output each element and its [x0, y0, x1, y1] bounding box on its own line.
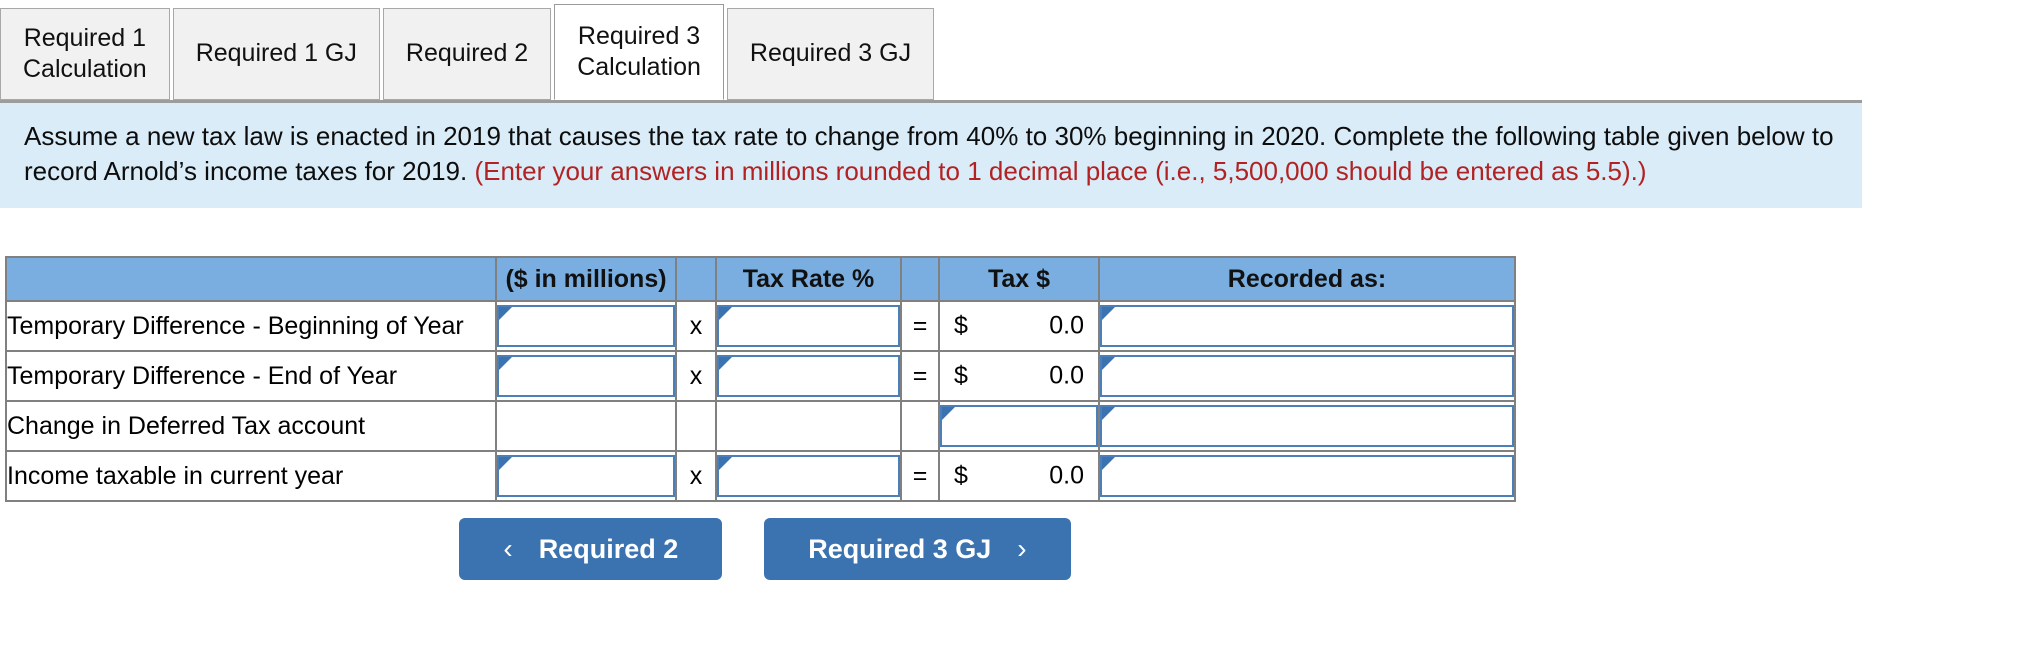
recorded-as-2-cell[interactable]	[1098, 400, 1516, 452]
tax-value: 0.0	[1049, 311, 1084, 340]
amount-1-input[interactable]	[499, 357, 673, 395]
tax-rate-3-field[interactable]	[717, 455, 900, 497]
multiply-operator	[675, 400, 717, 452]
tax-amount-display: $0.0	[938, 450, 1100, 502]
header-recorded: Recorded as:	[1098, 256, 1516, 302]
tab-label: Required 1 Calculation	[23, 23, 147, 83]
tax-calculation-table: ($ in millions) Tax Rate % Tax $ Recorde…	[5, 256, 1516, 502]
tax-rate-3-cell[interactable]	[715, 450, 902, 502]
recorded-as-2-input[interactable]	[1102, 407, 1512, 445]
instructions-panel: Assume a new tax law is enacted in 2019 …	[0, 100, 1862, 209]
table-row: Temporary Difference - Beginning of Year…	[5, 300, 1516, 352]
equals-operator: =	[900, 450, 940, 502]
chevron-left-icon: ‹	[503, 533, 513, 564]
multiply-operator: x	[675, 300, 717, 352]
tab-3[interactable]: Required 2	[382, 8, 552, 100]
tax-amount-2-cell[interactable]	[938, 400, 1100, 452]
dollar-sign: $	[954, 361, 968, 390]
prev-button-label: Required 2	[538, 533, 679, 564]
row-label: Temporary Difference - End of Year	[5, 350, 497, 402]
header-multiply	[675, 256, 717, 302]
header-amount: ($ in millions)	[495, 256, 677, 302]
amount-3-field[interactable]	[497, 455, 675, 497]
row-label: Change in Deferred Tax account	[5, 400, 497, 452]
tab-strip: Required 1 Calculation Required 1 GJ Requi…	[0, 0, 937, 100]
chevron-right-icon: ›	[1017, 533, 1027, 564]
recorded-as-1-field[interactable]	[1100, 355, 1514, 397]
tab-label: Required 1 GJ	[195, 39, 357, 68]
tax-rate-0-input[interactable]	[719, 307, 898, 345]
dollar-sign: $	[954, 311, 968, 340]
amount-2-cell	[495, 400, 677, 452]
tax-rate-1-input[interactable]	[719, 357, 898, 395]
tax-value: 0.0	[1049, 361, 1084, 390]
next-button-label: Required 3 GJ	[808, 533, 992, 564]
tab-label: Required 3 GJ	[749, 39, 912, 68]
tab-4[interactable]: Required 3 Calculation	[554, 4, 724, 100]
tab-label: Required 2	[405, 39, 529, 68]
recorded-as-0-input[interactable]	[1102, 307, 1512, 345]
recorded-as-1-input[interactable]	[1102, 357, 1512, 395]
multiply-operator: x	[675, 350, 717, 402]
recorded-as-0-cell[interactable]	[1098, 300, 1516, 352]
navigation-bar: ‹ Required 2 Required 3 GJ ›	[0, 518, 1530, 580]
amount-0-field[interactable]	[497, 305, 675, 347]
equals-operator: =	[900, 300, 940, 352]
amount-0-input[interactable]	[499, 307, 673, 345]
recorded-as-2-field[interactable]	[1100, 405, 1514, 447]
tax-amount-display: $0.0	[938, 300, 1100, 352]
tab-5[interactable]: Required 3 GJ	[726, 8, 935, 100]
recorded-as-1-cell[interactable]	[1098, 350, 1516, 402]
amount-1-field[interactable]	[497, 355, 675, 397]
tab-2[interactable]: Required 1 GJ	[172, 8, 380, 100]
recorded-as-3-input[interactable]	[1102, 457, 1512, 495]
header-tax-rate: Tax Rate %	[715, 256, 902, 302]
tax-amount-2-input[interactable]	[942, 407, 1096, 445]
equals-operator: =	[900, 350, 940, 402]
amount-1-cell[interactable]	[495, 350, 677, 402]
tab-1[interactable]: Required 1 Calculation	[0, 8, 170, 100]
table-row: Income taxable in current year x = $0.0	[5, 450, 1516, 502]
prev-required-2-button[interactable]: ‹ Required 2	[459, 518, 723, 580]
recorded-as-0-field[interactable]	[1100, 305, 1514, 347]
tax-rate-1-cell[interactable]	[715, 350, 902, 402]
recorded-as-3-field[interactable]	[1100, 455, 1514, 497]
header-label	[5, 256, 497, 302]
amount-3-input[interactable]	[499, 457, 673, 495]
amount-3-cell[interactable]	[495, 450, 677, 502]
table-row: Change in Deferred Tax account	[5, 400, 1516, 452]
header-equals	[900, 256, 940, 302]
tax-rate-2-cell	[715, 400, 902, 452]
tax-amount-display: $0.0	[938, 350, 1100, 402]
tax-rate-0-field[interactable]	[717, 305, 900, 347]
header-tax: Tax $	[938, 256, 1100, 302]
instruction-text-red: (Enter your answers in millions rounded …	[474, 155, 1647, 186]
next-required-3-gj-button[interactable]: Required 3 GJ ›	[764, 518, 1071, 580]
row-label: Temporary Difference - Beginning of Year	[5, 300, 497, 352]
tax-value: 0.0	[1049, 461, 1084, 490]
tab-label: Required 3 Calculation	[577, 21, 701, 81]
dollar-sign: $	[954, 461, 968, 490]
amount-0-cell[interactable]	[495, 300, 677, 352]
tax-rate-0-cell[interactable]	[715, 300, 902, 352]
recorded-as-3-cell[interactable]	[1098, 450, 1516, 502]
tax-amount-2-field[interactable]	[940, 405, 1098, 447]
multiply-operator: x	[675, 450, 717, 502]
table-header-row: ($ in millions) Tax Rate % Tax $ Recorde…	[5, 256, 1516, 302]
table-row: Temporary Difference - End of Year x = $0.0	[5, 350, 1516, 402]
row-label: Income taxable in current year	[5, 450, 497, 502]
tax-rate-1-field[interactable]	[717, 355, 900, 397]
tax-rate-3-input[interactable]	[719, 457, 898, 495]
equals-operator	[900, 400, 940, 452]
